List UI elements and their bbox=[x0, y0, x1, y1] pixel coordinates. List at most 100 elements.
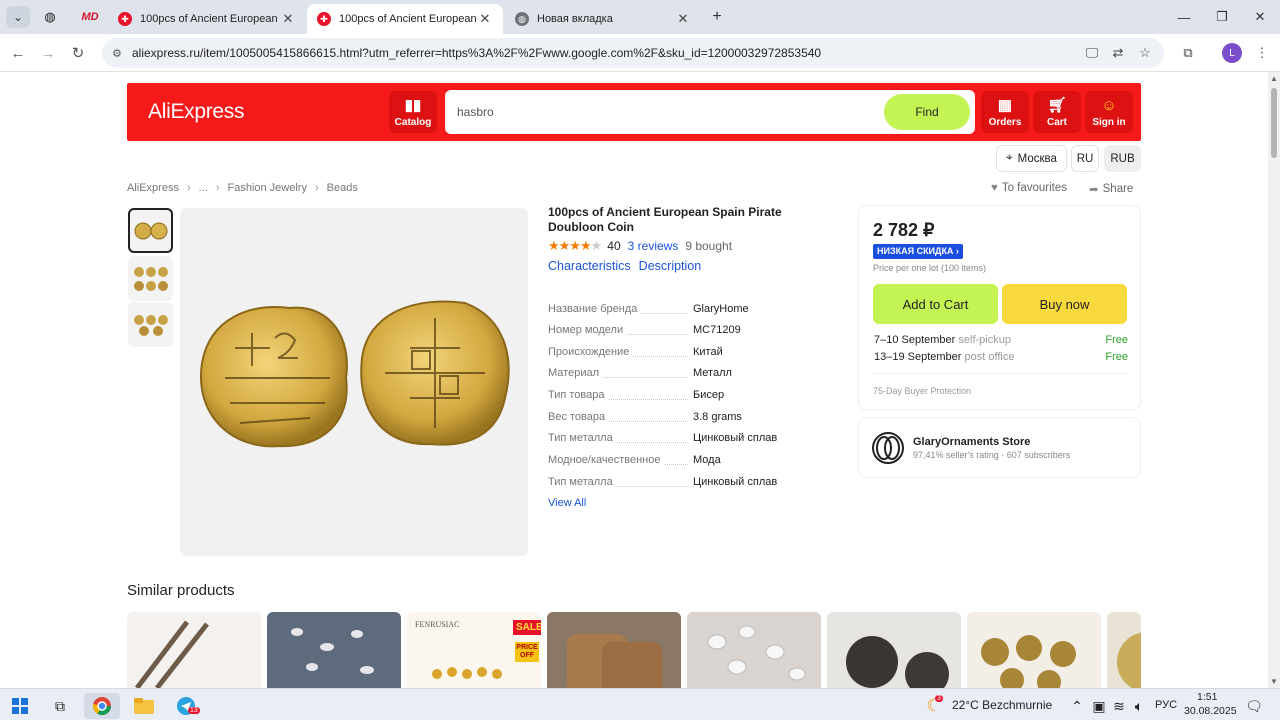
price: 2 782 ₽ bbox=[873, 220, 935, 240]
breadcrumb-item[interactable]: Beads bbox=[327, 182, 358, 194]
gallery-thumb-2[interactable] bbox=[128, 256, 173, 301]
spec-row: Тип товара Бисер bbox=[548, 389, 725, 401]
shipping-option[interactable]: 7–10 September self-pickup Free bbox=[874, 334, 1128, 346]
share-icon: ➦ bbox=[1089, 184, 1099, 196]
similar-product-card[interactable]: FENRUSIAC SALE PRICE OFF bbox=[407, 612, 541, 688]
tab-description[interactable]: Description bbox=[639, 259, 702, 273]
catalog-button[interactable]: ▮▮ Catalog bbox=[389, 91, 437, 133]
tray-app-button[interactable]: ▣ bbox=[1088, 693, 1110, 719]
tab-characteristics[interactable]: Characteristics bbox=[548, 259, 631, 273]
chevron-up-icon: ⌃ bbox=[1071, 697, 1083, 714]
coin-pile-thumbnail-image bbox=[133, 266, 168, 291]
add-to-favourites-button[interactable]: ♥ To favourites bbox=[991, 182, 1067, 194]
profile-avatar[interactable]: L bbox=[1222, 43, 1242, 63]
similar-product-card[interactable] bbox=[687, 612, 821, 688]
taskbar-chrome[interactable] bbox=[84, 693, 120, 719]
install-app-button[interactable]: 🖵 bbox=[1081, 42, 1103, 64]
close-icon[interactable]: ✕ bbox=[477, 11, 493, 27]
new-tab-favicon-icon: ◍ bbox=[515, 12, 529, 26]
city-selector[interactable]: ⌖ Москва bbox=[996, 145, 1067, 172]
coin-row-thumbnail-image bbox=[133, 314, 168, 336]
close-icon[interactable]: ✕ bbox=[675, 11, 691, 27]
similar-product-card[interactable] bbox=[1107, 612, 1141, 688]
similar-products-title: Similar products bbox=[127, 582, 235, 599]
scroll-down-icon[interactable]: ▼ bbox=[1270, 677, 1278, 686]
back-button[interactable]: ← bbox=[7, 42, 29, 64]
main-product-image[interactable] bbox=[180, 208, 528, 556]
clock-date[interactable]: 30.08.2025 bbox=[1184, 705, 1237, 717]
orders-button[interactable]: ▦ Orders bbox=[981, 91, 1029, 133]
aliexpress-logo[interactable]: AliExpress bbox=[148, 100, 245, 124]
find-button[interactable]: Find bbox=[884, 94, 970, 130]
buyer-protection[interactable]: 75-Day Buyer Protection bbox=[873, 386, 971, 396]
reviews-link[interactable]: 3 reviews bbox=[628, 239, 679, 253]
tab-aliexpress-2-active[interactable]: ✚ 100pcs of Ancient European Sp ✕ bbox=[307, 4, 503, 34]
tab-search-button[interactable]: ⌄ bbox=[6, 6, 30, 28]
globe-icon: ◍ bbox=[44, 9, 56, 24]
gallery-thumb-1[interactable] bbox=[128, 208, 173, 253]
clock-time[interactable]: 1:51 bbox=[1197, 691, 1217, 703]
buy-now-button[interactable]: Buy now bbox=[1002, 284, 1127, 324]
spec-row: Модное/качественное Мода bbox=[548, 454, 721, 466]
maximize-button[interactable]: ❐ bbox=[1204, 6, 1240, 28]
network-button[interactable]: ≋ bbox=[1108, 693, 1130, 719]
spec-row: Номер модели MC71209 bbox=[548, 324, 741, 336]
currency-selector[interactable]: RUB bbox=[1104, 145, 1141, 172]
share-button[interactable]: ➦ Share bbox=[1089, 182, 1133, 196]
notifications-button[interactable]: 🗨︎ bbox=[1240, 693, 1268, 719]
store-meta: 97,41% seller's rating · 607 subscribers bbox=[913, 450, 1071, 460]
weather-text[interactable]: 22°C Bezchmurnie bbox=[952, 698, 1052, 712]
aliexpress-favicon-icon: ✚ bbox=[118, 12, 132, 26]
breadcrumb-item[interactable]: AliExpress bbox=[127, 182, 179, 194]
scroll-up-icon[interactable]: ▲ bbox=[1270, 74, 1278, 83]
view-all-link[interactable]: View All bbox=[548, 497, 586, 509]
bookmark-button[interactable]: ☆ bbox=[1134, 42, 1156, 64]
translate-button[interactable]: ⇄ bbox=[1107, 42, 1129, 64]
breadcrumb-item[interactable]: ... bbox=[199, 182, 208, 194]
similar-product-card[interactable] bbox=[547, 612, 681, 688]
close-window-button[interactable]: ✕ bbox=[1242, 6, 1278, 28]
chevron-right-icon: › bbox=[186, 182, 191, 194]
page-scrollbar[interactable]: ▲ ▼ bbox=[1268, 72, 1280, 688]
pinned-tab-globe[interactable]: ◍ bbox=[36, 6, 64, 28]
site-settings-icon[interactable]: ⚙ bbox=[112, 47, 126, 60]
smiley-icon: ☺ bbox=[1101, 96, 1117, 114]
show-hidden-icons-button[interactable]: ⌃ bbox=[1066, 693, 1088, 719]
cart-button[interactable]: 🛒︎ Cart bbox=[1033, 91, 1081, 133]
input-language[interactable]: РУС bbox=[1155, 699, 1177, 711]
heart-icon: ♥ bbox=[991, 182, 998, 194]
taskbar-file-explorer[interactable] bbox=[126, 693, 162, 719]
gallery-thumb-3[interactable] bbox=[128, 302, 173, 347]
shipping-option[interactable]: 13–19 September post office Free bbox=[874, 351, 1128, 363]
task-view-button[interactable]: ⧉ bbox=[42, 693, 78, 719]
minimize-button[interactable]: — bbox=[1166, 6, 1202, 28]
extensions-button[interactable]: ⧉ bbox=[1177, 42, 1199, 64]
forward-button[interactable]: → bbox=[37, 42, 59, 64]
close-icon[interactable]: ✕ bbox=[280, 11, 296, 27]
language-selector[interactable]: RU bbox=[1071, 145, 1099, 172]
breadcrumb-item[interactable]: Fashion Jewelry bbox=[227, 182, 306, 194]
sign-in-button[interactable]: ☺ Sign in bbox=[1085, 91, 1133, 133]
url-field[interactable]: ⚙ aliexpress.ru/item/1005005415866615.ht… bbox=[102, 38, 1164, 68]
windows-taskbar: ⧉ 13 ☾ 3 22°C Bezchmurnie ⌃ ▣ ≋ 🔈︎ РУС 1… bbox=[0, 688, 1280, 720]
tab-aliexpress-1[interactable]: ✚ 100pcs of Ancient European Sp ✕ bbox=[108, 4, 306, 34]
similar-product-card[interactable] bbox=[127, 612, 261, 688]
add-to-cart-button[interactable]: Add to Cart bbox=[873, 284, 998, 324]
similar-product-card[interactable] bbox=[827, 612, 961, 688]
new-tab-button[interactable]: + bbox=[705, 6, 729, 28]
menu-button[interactable]: ⋮ bbox=[1251, 42, 1273, 64]
tab-new-tab[interactable]: ◍ Новая вкладка ✕ bbox=[505, 4, 701, 34]
pinned-tab-md[interactable]: MD bbox=[76, 6, 104, 28]
browser-tab-bar: ⌄ ◍ MD ✚ 100pcs of Ancient European Sp ✕… bbox=[0, 0, 1280, 34]
similar-product-card[interactable] bbox=[267, 612, 401, 688]
taskbar-telegram[interactable]: 13 bbox=[168, 693, 204, 719]
similar-product-card[interactable] bbox=[967, 612, 1101, 688]
search-input[interactable] bbox=[457, 102, 857, 122]
store-card[interactable]: GlaryOrnaments Store 97,41% seller's rat… bbox=[858, 417, 1141, 478]
weather-widget-icon[interactable]: ☾ 3 bbox=[920, 693, 948, 719]
volume-button[interactable]: 🔈︎ bbox=[1128, 693, 1150, 719]
reload-button[interactable]: ↻ bbox=[67, 42, 89, 64]
scrollbar-thumb[interactable] bbox=[1271, 88, 1277, 158]
discount-badge[interactable]: НИЗКАЯ СКИДКА › bbox=[873, 244, 963, 259]
start-button[interactable] bbox=[2, 693, 38, 719]
